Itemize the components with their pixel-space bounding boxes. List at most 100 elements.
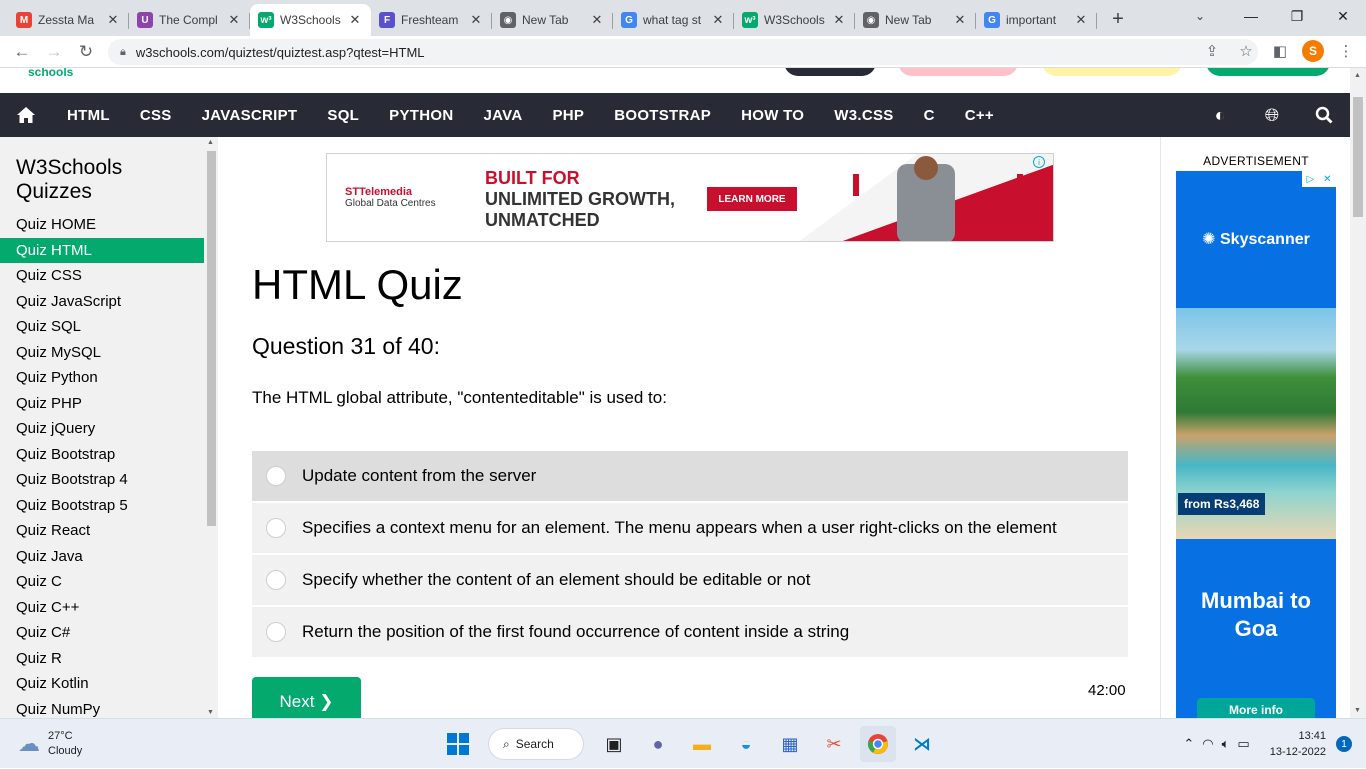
sidebar-item[interactable]: Quiz SQL <box>0 314 204 340</box>
wifi-icon[interactable]: ◠ <box>1202 736 1213 752</box>
teams-chat-icon[interactable]: ● <box>640 726 676 762</box>
sidebar-item[interactable]: Quiz HTML <box>0 237 204 263</box>
sidebar-item[interactable]: Quiz Bootstrap 5 <box>0 493 204 519</box>
nav-item-bootstrap[interactable]: BOOTSTRAP <box>599 93 726 137</box>
lock-icon[interactable]: 🔒︎ <box>120 46 126 59</box>
close-tab-icon[interactable]: ✕ <box>347 12 363 28</box>
answer-option[interactable]: Update content from the server <box>252 451 1128 501</box>
header-pill-pink[interactable] <box>898 68 1018 76</box>
notification-badge[interactable]: 1 <box>1336 736 1352 752</box>
file-explorer-icon[interactable]: ▬ <box>684 726 720 762</box>
answer-radio[interactable] <box>266 518 286 538</box>
answer-radio[interactable] <box>266 570 286 590</box>
page-scroll-down-icon[interactable]: ▼ <box>1354 707 1361 714</box>
close-tab-icon[interactable]: ✕ <box>226 12 242 28</box>
tab-search-icon[interactable]: ⌄ <box>1186 4 1214 28</box>
reload-icon[interactable]: ↻ <box>70 38 102 66</box>
windows-start-icon[interactable] <box>440 726 476 762</box>
header-pill-green[interactable] <box>1206 68 1330 76</box>
answer-option[interactable]: Specify whether the content of an elemen… <box>252 555 1128 605</box>
sidebar-item[interactable]: Quiz R <box>0 646 204 672</box>
sidebar-item[interactable]: Quiz Bootstrap <box>0 442 204 468</box>
nav-item-javascript[interactable]: JAVASCRIPT <box>187 93 313 137</box>
system-clock[interactable]: 13:41 13-12-2022 <box>1270 728 1326 760</box>
profile-avatar[interactable]: S <box>1302 40 1324 62</box>
ad-info-icon[interactable]: i <box>1033 156 1045 168</box>
snipping-tool-icon[interactable]: ✂ <box>816 726 852 762</box>
close-tab-icon[interactable]: ✕ <box>831 12 847 28</box>
close-tab-icon[interactable]: ✕ <box>105 12 121 28</box>
browser-tab[interactable]: w³ W3Schools ✕ <box>734 4 855 36</box>
weather-widget[interactable]: ☁ 27°C Cloudy <box>18 729 82 759</box>
globe-icon[interactable]: 🌐︎ <box>1246 93 1298 137</box>
store-icon[interactable]: ▦ <box>772 726 808 762</box>
sidebar-scrollbar[interactable]: ▲ ▼ <box>204 137 218 718</box>
sidebar-item[interactable]: Quiz C <box>0 569 204 595</box>
next-button[interactable]: Next ❯ <box>252 677 361 718</box>
nav-item-w3-css[interactable]: W3.CSS <box>819 93 908 137</box>
browser-tab[interactable]: F Freshteam ✕ <box>371 4 492 36</box>
nav-item-java[interactable]: JAVA <box>468 93 537 137</box>
sidebar-item[interactable]: Quiz Bootstrap 4 <box>0 467 204 493</box>
close-tab-icon[interactable]: ✕ <box>589 12 605 28</box>
bookmark-star-icon[interactable]: ☆ <box>1234 38 1258 64</box>
answer-option[interactable]: Specifies a context menu for an element.… <box>252 503 1128 553</box>
close-tab-icon[interactable]: ✕ <box>710 12 726 28</box>
sidebar-item[interactable]: Quiz PHP <box>0 391 204 417</box>
browser-tab[interactable]: Gimportant ✕ <box>976 4 1097 36</box>
task-view-icon[interactable]: ▣ <box>596 726 632 762</box>
search-icon[interactable] <box>1298 93 1350 137</box>
header-pill-yellow[interactable] <box>1042 68 1182 76</box>
browser-tab[interactable]: U The Compl ✕ <box>129 4 250 36</box>
back-arrow-icon[interactable]: ← <box>6 38 38 66</box>
answer-radio[interactable] <box>266 466 286 486</box>
nav-item-sql[interactable]: SQL <box>312 93 374 137</box>
browser-tab[interactable]: ◉ New Tab ✕ <box>492 4 613 36</box>
minimize-button[interactable]: — <box>1228 0 1274 32</box>
address-bar[interactable]: 🔒︎ w3schools.com/quiztest/quiztest.asp?q… <box>108 39 1258 65</box>
close-window-button[interactable]: ✕ <box>1320 0 1366 32</box>
nav-item-php[interactable]: PHP <box>537 93 599 137</box>
forward-arrow-icon[interactable]: → <box>38 38 70 66</box>
skyscanner-ad[interactable]: ▷ ✕ ✺ Skyscanner from Rs3,468 Mumbai to G… <box>1176 171 1336 718</box>
new-tab-button[interactable]: + <box>1103 4 1133 34</box>
nav-item-html[interactable]: HTML <box>52 93 125 137</box>
scroll-down-icon[interactable]: ▼ <box>207 709 214 716</box>
scroll-up-icon[interactable]: ▲ <box>207 139 214 146</box>
tray-overflow-icon[interactable]: ⌃ <box>1183 736 1194 752</box>
page-scroll-up-icon[interactable]: ▲ <box>1354 72 1361 79</box>
vscode-icon[interactable]: ⋊ <box>904 726 940 762</box>
restore-button[interactable]: ❐ <box>1274 0 1320 32</box>
menu-kebab-icon[interactable]: ⋮ <box>1334 38 1358 64</box>
browser-tab[interactable]: Gwhat tag st ✕ <box>613 4 734 36</box>
page-scroll-thumb[interactable] <box>1353 97 1363 217</box>
browser-tab[interactable]: w³ W3Schools ✕ <box>250 4 371 36</box>
sidebar-item[interactable]: Quiz MySQL <box>0 340 204 366</box>
sidebar-item[interactable]: Quiz CSS <box>0 263 204 289</box>
ad-learn-more-button[interactable]: LEARN MORE <box>707 187 797 211</box>
sidebar-item[interactable]: Quiz jQuery <box>0 416 204 442</box>
close-tab-icon[interactable]: ✕ <box>468 12 484 28</box>
battery-icon[interactable]: ▭ <box>1237 736 1249 752</box>
sidebar-item[interactable]: Quiz C# <box>0 620 204 646</box>
sidebar-item[interactable]: Quiz JavaScript <box>0 289 204 315</box>
ad-choices-icon[interactable]: ▷ ✕ <box>1302 171 1336 187</box>
page-scrollbar[interactable]: ▲ ▼ <box>1350 68 1366 718</box>
sidebar-item[interactable]: Quiz NumPy <box>0 697 204 719</box>
nav-item-c[interactable]: C <box>909 93 950 137</box>
close-tab-icon[interactable]: ✕ <box>1073 12 1089 28</box>
volume-icon[interactable]: 🔈︎ <box>1222 736 1230 752</box>
nav-item-python[interactable]: PYTHON <box>374 93 468 137</box>
home-icon[interactable] <box>0 93 52 137</box>
sidebar-scroll-thumb[interactable] <box>207 151 216 526</box>
taskbar-search[interactable]: ⌕ Search <box>488 728 584 760</box>
sidebar-item[interactable]: Quiz HOME <box>0 212 204 238</box>
w3schools-logo[interactable]: schools <box>28 68 73 79</box>
edge-icon[interactable]: ◒ <box>728 726 764 762</box>
browser-tab[interactable]: M Zessta Ma ✕ <box>8 4 129 36</box>
url-text[interactable]: w3schools.com/quiztest/quiztest.asp?qtes… <box>136 45 425 60</box>
sidebar-item[interactable]: Quiz C++ <box>0 595 204 621</box>
nav-item-css[interactable]: CSS <box>125 93 187 137</box>
nav-item-how-to[interactable]: HOW TO <box>726 93 819 137</box>
header-pill-dark[interactable] <box>784 68 876 76</box>
